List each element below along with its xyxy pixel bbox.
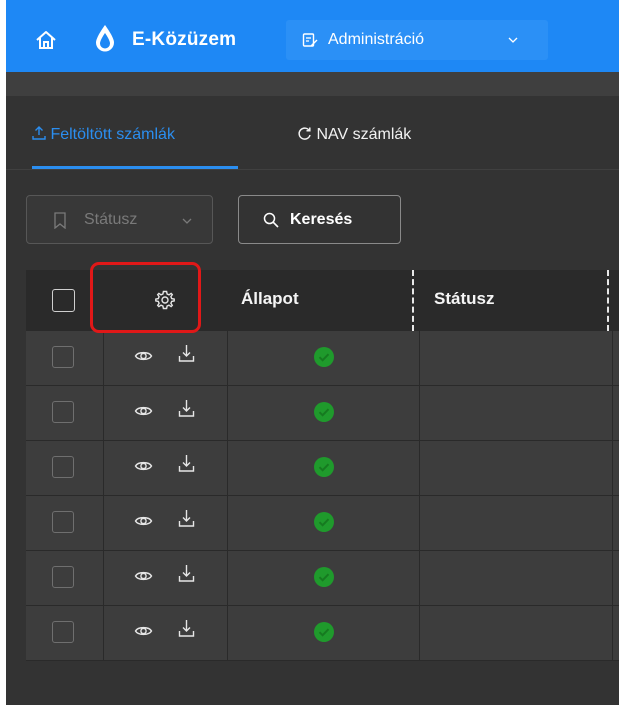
status-ok-icon [314, 622, 334, 642]
cell-divider [227, 551, 228, 606]
row-checkbox[interactable] [52, 346, 74, 368]
cell-divider [103, 386, 104, 441]
column-header-statusz[interactable]: Státusz [434, 289, 494, 309]
edit-document-icon [302, 33, 318, 47]
table-row [26, 331, 619, 386]
table-row [26, 441, 619, 496]
tab-uploaded-invoices[interactable]: Feltöltött számlák [32, 126, 175, 144]
eye-icon[interactable] [134, 458, 153, 474]
search-button[interactable]: Keresés [238, 195, 401, 244]
tab-uploaded-label: Feltöltött számlák [50, 126, 175, 143]
row-checkbox[interactable] [52, 621, 74, 643]
cell-divider [612, 386, 613, 441]
cell-divider [612, 496, 613, 551]
cell-divider [227, 496, 228, 551]
table-body [26, 331, 619, 661]
status-ok-icon [314, 567, 334, 587]
app-name: E-Közüzem [132, 29, 237, 50]
header-band [6, 72, 619, 96]
admin-menu[interactable]: Administráció [286, 20, 548, 60]
select-all-checkbox[interactable] [52, 289, 75, 312]
cell-divider [103, 551, 104, 606]
admin-menu-label: Administráció [328, 31, 425, 48]
top-bar: E-Közüzem Administráció [6, 0, 619, 72]
cell-divider [612, 331, 613, 386]
cell-divider [419, 496, 420, 551]
row-checkbox[interactable] [52, 511, 74, 533]
table-row [26, 551, 619, 606]
download-icon[interactable] [178, 564, 195, 583]
cell-divider [419, 606, 420, 661]
cell-divider [419, 386, 420, 441]
status-ok-icon [314, 457, 334, 477]
table-row [26, 606, 619, 661]
column-resize-handle[interactable] [607, 270, 609, 331]
row-checkbox[interactable] [52, 566, 74, 588]
invoice-table: Állapot Státusz [26, 270, 619, 705]
search-button-label: Keresés [290, 211, 353, 228]
chevron-down-icon [182, 218, 192, 224]
cell-divider [227, 606, 228, 661]
drop-logo-icon [96, 25, 114, 52]
cell-divider [227, 386, 228, 441]
upload-icon [32, 126, 46, 140]
cell-divider [612, 606, 613, 661]
download-icon[interactable] [178, 454, 195, 473]
cell-divider [419, 551, 420, 606]
status-ok-icon [314, 512, 334, 532]
download-icon[interactable] [178, 344, 195, 363]
cell-divider [103, 441, 104, 496]
chevron-down-icon [508, 37, 518, 43]
eye-icon[interactable] [134, 403, 153, 419]
eye-icon[interactable] [134, 623, 153, 639]
status-ok-icon [314, 402, 334, 422]
column-header-allapot[interactable]: Állapot [241, 289, 299, 309]
status-filter-label: Státusz [84, 211, 138, 228]
cell-divider [419, 331, 420, 386]
home-icon[interactable] [35, 30, 57, 50]
cell-divider [612, 551, 613, 606]
download-icon[interactable] [178, 399, 195, 418]
download-icon[interactable] [178, 509, 195, 528]
status-filter-button[interactable]: Státusz [26, 195, 213, 244]
status-ok-icon [314, 347, 334, 367]
eye-icon[interactable] [134, 513, 153, 529]
row-checkbox[interactable] [52, 401, 74, 423]
eye-icon[interactable] [134, 568, 153, 584]
cell-divider [227, 441, 228, 496]
cell-divider [103, 331, 104, 386]
cell-divider [103, 496, 104, 551]
tabs-divider [6, 169, 619, 170]
highlight-annotation [90, 262, 201, 333]
cell-divider [227, 331, 228, 386]
tab-nav-invoices[interactable]: NAV számlák [297, 126, 411, 144]
row-checkbox[interactable] [52, 456, 74, 478]
cell-divider [612, 441, 613, 496]
cell-divider [419, 441, 420, 496]
app-frame: E-Közüzem Administráció Feltöltött száml… [6, 0, 619, 705]
column-resize-handle[interactable] [412, 270, 414, 331]
download-icon[interactable] [178, 619, 195, 638]
cell-divider [103, 606, 104, 661]
tab-nav-label: NAV számlák [316, 126, 412, 143]
refresh-icon [298, 127, 311, 140]
bookmark-icon [54, 212, 66, 229]
eye-icon[interactable] [134, 348, 153, 364]
table-row [26, 496, 619, 551]
search-icon [263, 212, 279, 228]
table-row [26, 386, 619, 441]
